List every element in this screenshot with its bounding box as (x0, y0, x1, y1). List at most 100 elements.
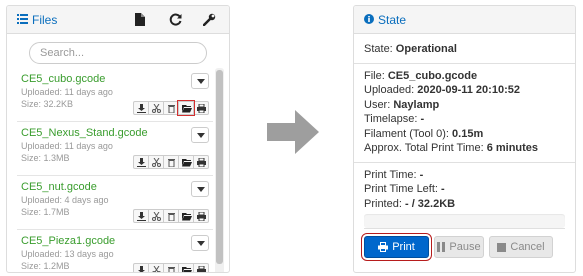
print-time-row: Print Time: - (364, 168, 424, 181)
info-icon (364, 13, 374, 27)
file-expand-button[interactable] (191, 73, 209, 89)
print-icon (197, 158, 206, 167)
chevron-down-icon (197, 187, 205, 192)
file-name[interactable]: CE5_Pieza1.gcode (21, 234, 209, 248)
cut-icon (152, 104, 161, 113)
trash-icon (168, 105, 175, 113)
file-name[interactable]: CE5_Nexus_Stand.gcode (21, 126, 209, 140)
cancel-button-label: Cancel (510, 241, 545, 253)
trash-icon (168, 213, 175, 221)
chevron-down-icon (197, 241, 205, 246)
printed-row: Printed: - / 32.2KB (364, 197, 456, 210)
download-icon (137, 212, 146, 221)
folder-open-icon (182, 213, 192, 221)
file-expand-button[interactable] (191, 235, 209, 251)
move-button[interactable] (148, 155, 164, 169)
state-title: State (378, 12, 407, 27)
chevron-down-icon (197, 79, 205, 84)
progress-bar (364, 214, 565, 228)
uploaded-value: 2020-09-11 20:10:52 (417, 84, 520, 96)
uploaded-row: Uploaded: 2020-09-11 20:10:52 (364, 84, 520, 96)
file-icon[interactable] (135, 13, 151, 27)
print-icon (197, 212, 206, 221)
filament-value: 0.15m (452, 127, 484, 140)
approx-time-value: 6 minutes (486, 142, 539, 154)
refresh-icon[interactable] (169, 13, 185, 27)
pause-button[interactable]: Pause (434, 236, 484, 258)
download-icon (138, 266, 145, 272)
stop-icon (497, 242, 507, 252)
load-and-print-button[interactable] (193, 263, 209, 272)
files-header: Files (7, 6, 229, 34)
download-icon (137, 158, 146, 167)
files-title[interactable]: Files (17, 13, 57, 27)
load-and-print-button[interactable] (193, 101, 209, 115)
file-expand-button[interactable] (191, 181, 209, 197)
file-uploaded: Uploaded: 13 days ago (21, 249, 114, 259)
delete-button[interactable] (163, 155, 179, 169)
right-arrow-icon (267, 110, 319, 157)
wrench-icon[interactable] (202, 13, 219, 27)
download-button[interactable] (133, 155, 149, 169)
cut-icon (152, 212, 161, 221)
load-button[interactable] (178, 263, 194, 272)
trash-icon (168, 267, 175, 272)
print-time-left-value: - (441, 183, 445, 195)
download-button[interactable] (133, 101, 149, 115)
file-item[interactable]: CE5_Pieza1.gcode Uploaded: 13 days ago S… (17, 230, 213, 272)
load-button[interactable] (178, 155, 194, 169)
print-icon (197, 104, 206, 113)
print-button-label: Print (392, 241, 415, 253)
user-row: User: Naylamp (364, 98, 440, 111)
delete-button[interactable] (163, 101, 179, 115)
file-row: File: CE5_cubo.gcode (364, 69, 478, 82)
file-item[interactable]: CE5_Nexus_Stand.gcode Uploaded: 11 days … (17, 122, 213, 176)
folder-open-icon (182, 105, 192, 113)
download-button[interactable] (133, 263, 149, 272)
trash-icon (168, 159, 175, 167)
print-icon (197, 266, 206, 272)
load-and-print-button[interactable] (193, 209, 209, 223)
print-time-left-row: Print Time Left: - (364, 183, 445, 195)
search-input[interactable] (29, 42, 207, 64)
pause-button-label: Pause (449, 241, 481, 253)
file-item[interactable]: CE5_nut.gcode Uploaded: 4 days ago Size:… (17, 176, 213, 230)
cancel-button[interactable]: Cancel (489, 236, 553, 258)
file-list: CE5_cubo.gcode Uploaded: 11 days ago Siz… (17, 68, 213, 272)
move-button[interactable] (148, 101, 164, 115)
file-list-scrollbar[interactable] (215, 68, 224, 272)
file-value: CE5_cubo.gcode (387, 69, 478, 82)
file-uploaded: Uploaded: 11 days ago (21, 141, 113, 151)
chevron-down-icon (197, 133, 205, 138)
print-icon (378, 242, 389, 252)
file-expand-button[interactable] (191, 127, 209, 143)
move-button[interactable] (148, 209, 164, 223)
load-button[interactable] (177, 100, 195, 116)
approx-time-row: Approx. Total Print Time: 6 minutes (364, 142, 539, 154)
folder-open-icon (182, 267, 192, 272)
state-panel: State State: Operational File: CE5_cubo.… (353, 5, 576, 273)
state-row: State: Operational (364, 43, 457, 55)
file-uploaded: Uploaded: 11 days ago (21, 87, 113, 97)
print-button[interactable]: Print (361, 233, 432, 261)
move-button[interactable] (148, 263, 164, 272)
filament-row: Filament (Tool 0): 0.15m (364, 127, 484, 140)
files-panel: Files CE5_cubo.gcode Uploaded: 11 days a… (6, 5, 230, 273)
printed-value: - / 32.2KB (404, 197, 456, 210)
user-value: Naylamp (393, 98, 440, 111)
state-header[interactable]: State (354, 6, 575, 34)
folder-open-icon (182, 159, 192, 167)
download-button[interactable] (133, 209, 149, 223)
file-item[interactable]: CE5_cubo.gcode Uploaded: 11 days ago Siz… (17, 68, 213, 122)
file-name[interactable]: CE5_nut.gcode (21, 180, 209, 194)
load-and-print-button[interactable] (193, 155, 209, 169)
list-icon (17, 13, 28, 27)
scrollbar-thumb[interactable] (216, 70, 223, 264)
cut-icon (152, 158, 161, 167)
files-title-label: Files (32, 12, 58, 27)
load-button[interactable] (178, 209, 194, 223)
delete-button[interactable] (163, 263, 179, 272)
delete-button[interactable] (163, 209, 179, 223)
pause-icon (437, 242, 446, 252)
file-name[interactable]: CE5_cubo.gcode (21, 72, 209, 86)
